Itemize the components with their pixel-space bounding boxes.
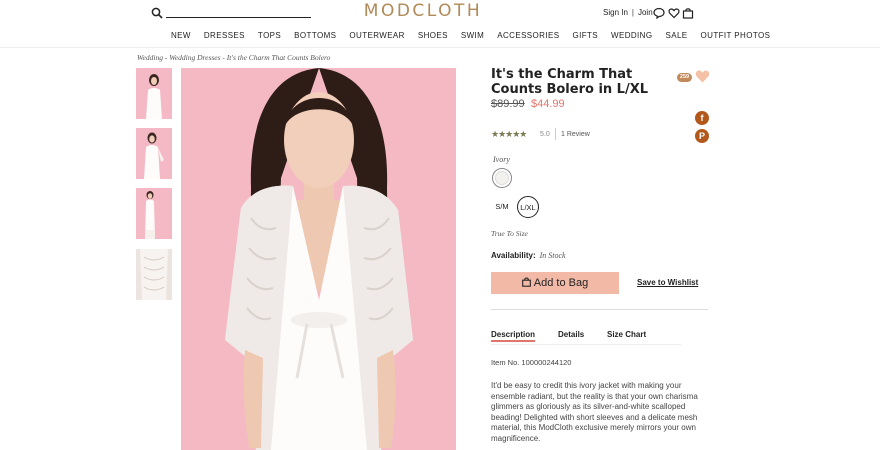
color-label: Ivory — [493, 155, 510, 164]
color-swatch-ivory[interactable] — [492, 168, 512, 188]
product-title: It's the Charm That Counts Bolero in L/X… — [491, 67, 649, 97]
thumbnail-3[interactable] — [136, 188, 172, 239]
sign-in-link[interactable]: Sign In — [603, 8, 628, 17]
tabs-divider — [491, 344, 681, 345]
join-link[interactable]: Join — [638, 8, 653, 17]
rating-divider — [555, 128, 556, 140]
availability: Availability: In Stock — [491, 251, 566, 260]
add-to-bag-button[interactable]: Add to Bag — [491, 272, 619, 294]
thumbnail-2[interactable] — [136, 128, 172, 179]
search-input[interactable] — [166, 17, 311, 18]
thumbnail-4[interactable] — [136, 249, 172, 300]
modcloth-logo[interactable]: MODCLOTH — [358, 1, 488, 21]
item-number: Item No. 100000244120 — [491, 358, 572, 367]
heart-icon[interactable] — [668, 7, 680, 19]
breadcrumb[interactable]: Wedding - Wedding Dresses - It's the Cha… — [137, 53, 330, 62]
nav-outerwear[interactable]: OUTERWEAR — [349, 31, 404, 40]
nav-dresses[interactable]: DRESSES — [204, 31, 245, 40]
nav-gifts[interactable]: GIFTS — [572, 31, 598, 40]
bag-icon — [521, 277, 531, 287]
chat-icon[interactable] — [653, 7, 665, 19]
nav-sale[interactable]: SALE — [665, 31, 687, 40]
main-nav: NEW DRESSES TOPS BOTTOMS OUTERWEAR SHOES… — [171, 31, 783, 40]
product-image[interactable] — [181, 68, 456, 450]
nav-outfit-photos[interactable]: OUTFIT PHOTOS — [701, 31, 771, 40]
size-option-sm[interactable]: S/M — [491, 196, 513, 218]
shopping-bag-icon[interactable] — [682, 7, 694, 19]
nav-wedding[interactable]: WEDDING — [611, 31, 652, 40]
reviews-link[interactable]: 1 Review — [561, 131, 590, 138]
pinterest-icon[interactable]: P — [695, 129, 709, 143]
nav-shoes[interactable]: SHOES — [418, 31, 448, 40]
facebook-icon[interactable]: f — [695, 111, 709, 125]
sale-price: $44.99 — [531, 98, 565, 110]
nav-bottoms[interactable]: BOTTOMS — [294, 31, 336, 40]
thumbnail-1[interactable] — [136, 68, 172, 119]
heart-icon[interactable] — [695, 69, 710, 83]
nav-swim[interactable]: SWIM — [461, 31, 484, 40]
size-option-lxl[interactable]: L/XL — [517, 196, 539, 218]
nav-tops[interactable]: TOPS — [258, 31, 281, 40]
account-links: Sign In | Join — [603, 8, 653, 17]
nav-new[interactable]: NEW — [171, 31, 191, 40]
product-description: It'd be easy to credit this ivory jacket… — [491, 381, 698, 443]
tab-description[interactable]: Description — [491, 330, 536, 342]
section-divider — [491, 309, 708, 310]
save-to-wishlist-link[interactable]: Save to Wishlist — [637, 278, 698, 287]
star-rating: ★★★★★ — [491, 129, 527, 139]
tab-details[interactable]: Details — [558, 330, 584, 339]
add-to-bag-label: Add to Bag — [533, 277, 589, 289]
tab-size-chart[interactable]: Size Chart — [607, 330, 646, 339]
fit-note: True To Size — [491, 229, 528, 238]
loves-count-badge: 259 — [677, 73, 692, 82]
header-divider — [0, 47, 880, 48]
availability-label: Availability: — [491, 251, 536, 260]
search-icon[interactable] — [151, 7, 163, 19]
nav-accessories[interactable]: ACCESSORIES — [497, 31, 559, 40]
rating-value: 5.0 — [540, 131, 550, 138]
original-price: $89.99 — [491, 98, 525, 110]
availability-value: In Stock — [539, 251, 566, 260]
separator: | — [631, 8, 634, 17]
